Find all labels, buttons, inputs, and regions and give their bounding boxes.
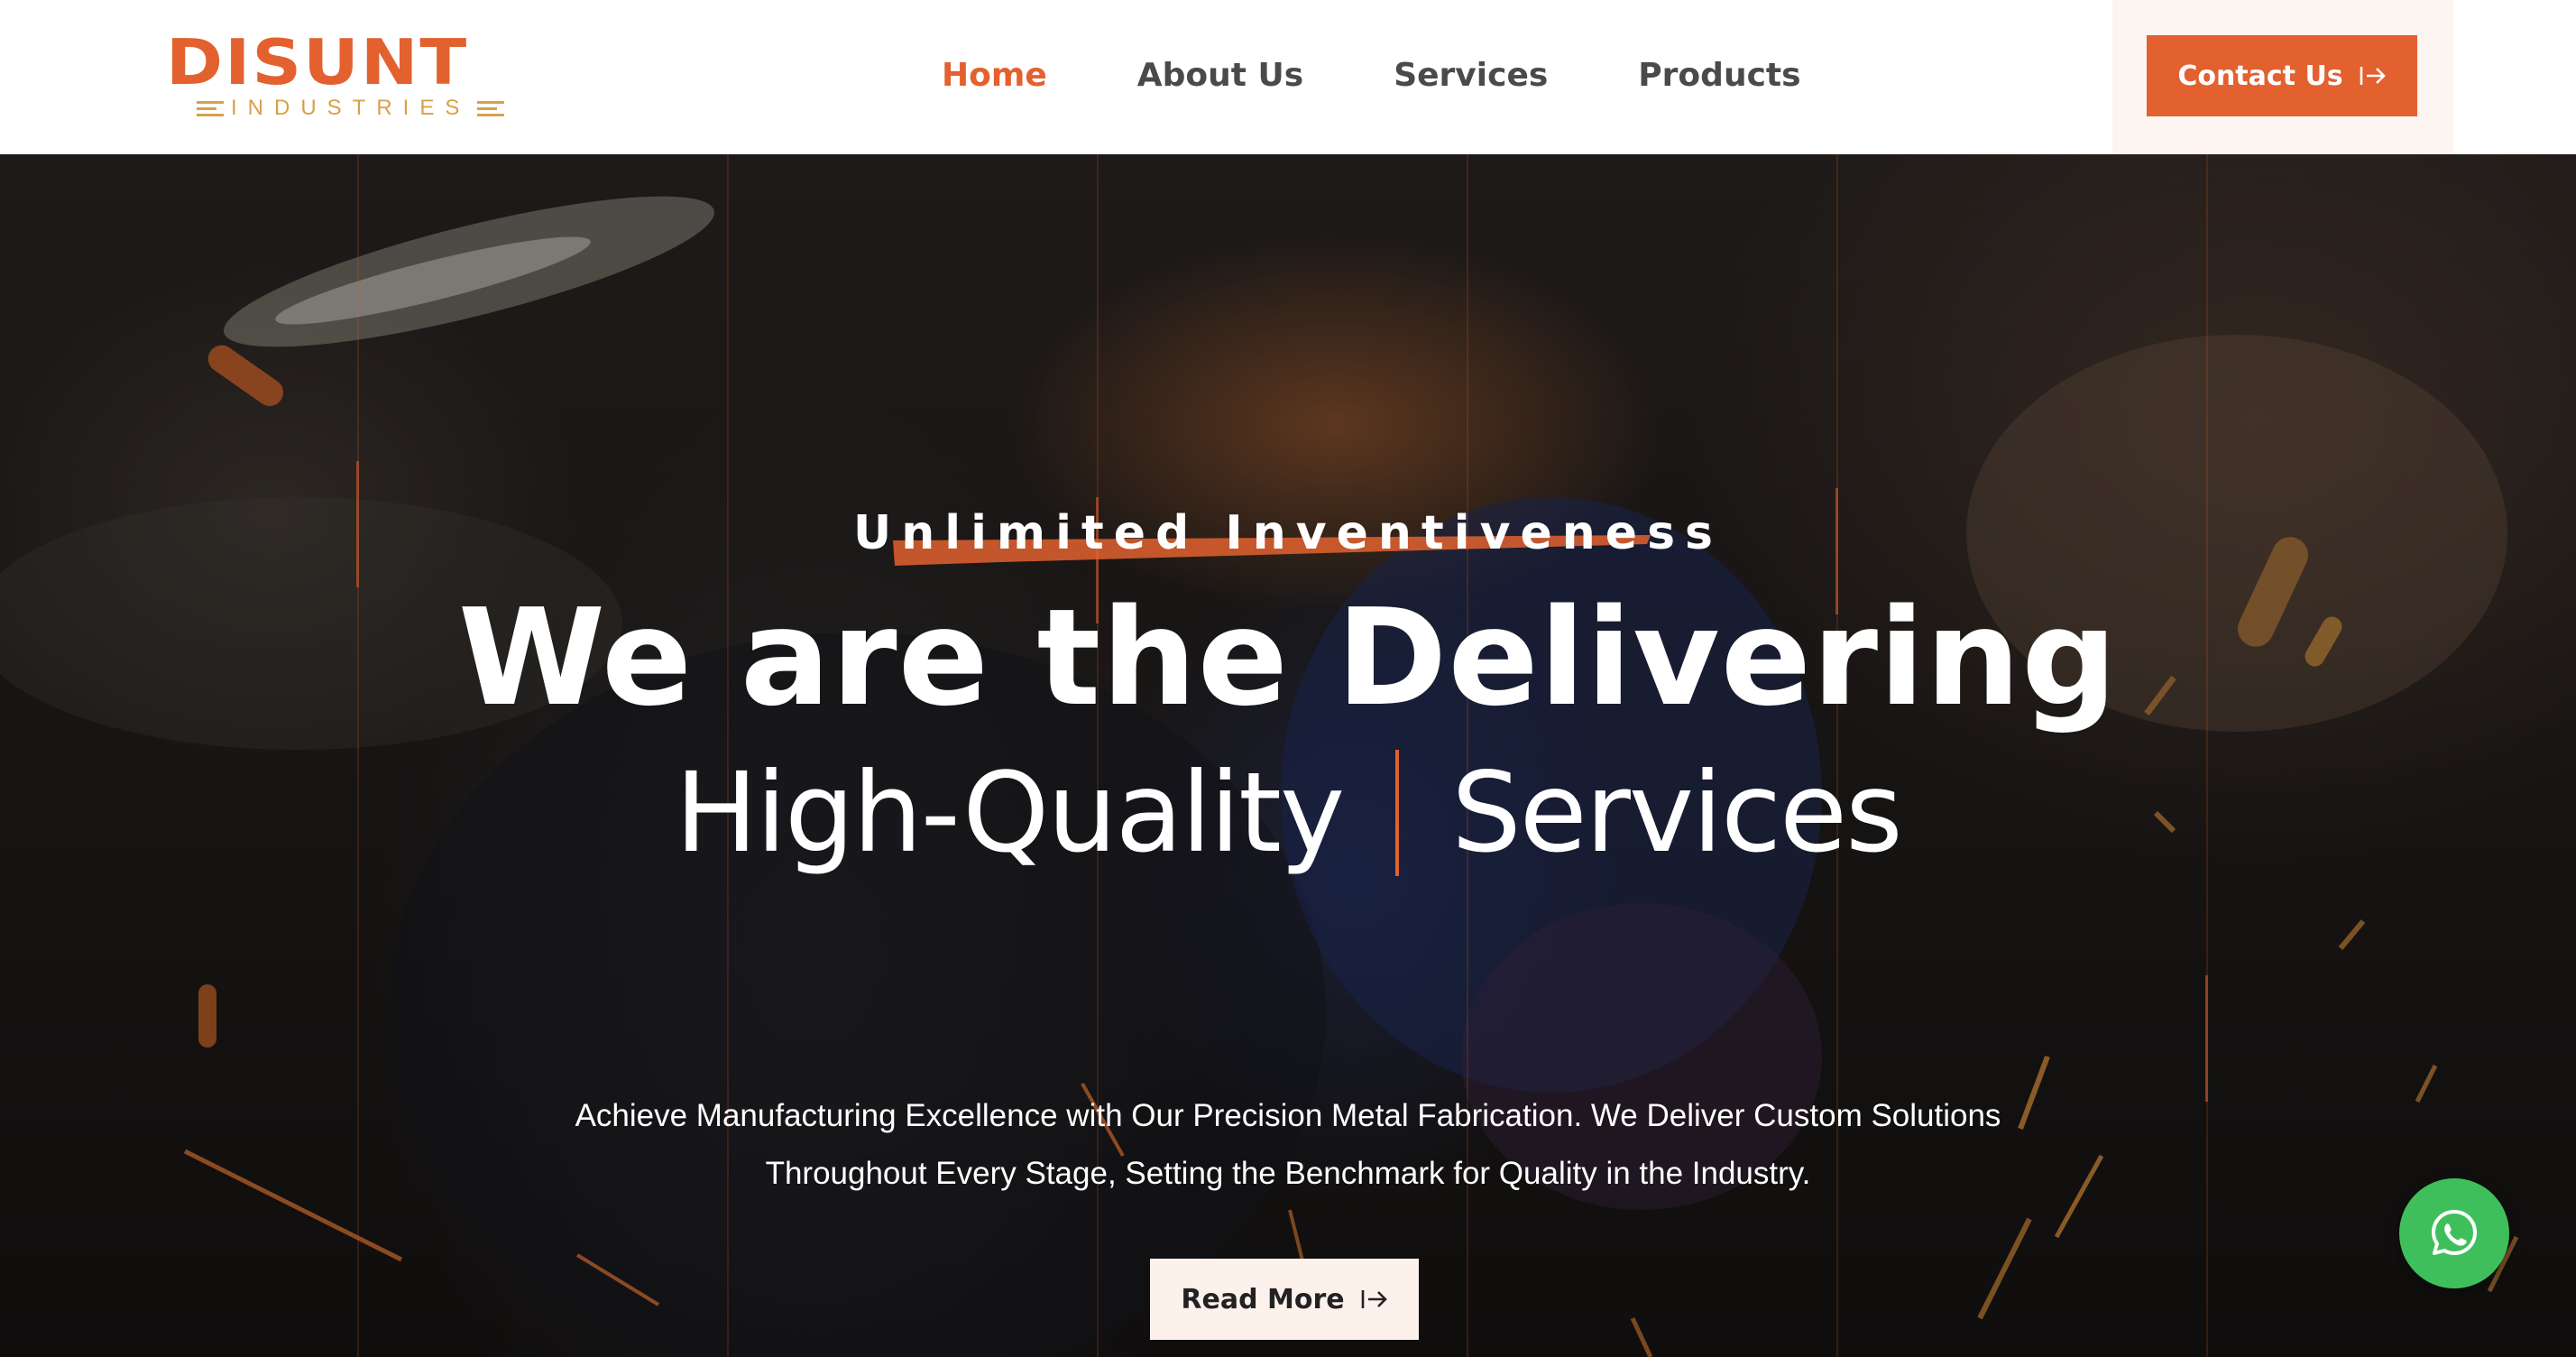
nav-item-services[interactable]: Services bbox=[1394, 51, 1548, 101]
hero-description-line: Achieve Manufacturing Excellence with Ou… bbox=[575, 1098, 2001, 1133]
read-more-label: Read More bbox=[1181, 1283, 1345, 1315]
logo-subtitle: INDUSTRIES bbox=[197, 96, 505, 120]
whatsapp-icon bbox=[2432, 1210, 2477, 1255]
hero-subline-right: Services bbox=[1451, 749, 1902, 877]
main-nav: Home About Us Services Products bbox=[942, 51, 1801, 101]
hero-description: Achieve Manufacturing Excellence with Ou… bbox=[505, 1087, 2071, 1203]
read-more-button[interactable]: Read More bbox=[1150, 1259, 1419, 1340]
logo[interactable]: DISUNT INDUSTRIES bbox=[166, 24, 505, 121]
logo-subtitle-text: INDUSTRIES bbox=[231, 96, 471, 120]
logo-right-bars-icon bbox=[477, 100, 505, 116]
nav-item-about-us[interactable]: About Us bbox=[1137, 51, 1303, 101]
hero-subline: High-Quality Services bbox=[0, 741, 2576, 885]
eyebrow-block: Unlimited Inventiveness bbox=[0, 497, 2576, 569]
hero-content: Unlimited Inventiveness We are the Deliv… bbox=[0, 154, 2576, 1357]
contact-us-label: Contact Us bbox=[2177, 60, 2343, 92]
contact-us-button[interactable]: Contact Us bbox=[2147, 35, 2417, 116]
hero-headline: We are the Delivering bbox=[457, 580, 2119, 735]
contact-panel: Contact Us bbox=[2112, 0, 2453, 154]
hero-subline-left: High-Quality bbox=[675, 749, 1345, 877]
site-header: DISUNT INDUSTRIES Home About Us Services… bbox=[0, 0, 2576, 154]
hero-section: Unlimited Inventiveness We are the Deliv… bbox=[0, 154, 2576, 1357]
subline-divider bbox=[1395, 750, 1400, 876]
hero-description-line: Throughout Every Stage, Setting the Benc… bbox=[765, 1156, 1811, 1191]
arrow-right-from-bar-icon bbox=[2360, 67, 2386, 85]
whatsapp-button[interactable] bbox=[2399, 1178, 2509, 1288]
arrow-right-from-bar-icon bbox=[1361, 1290, 1387, 1308]
nav-item-products[interactable]: Products bbox=[1638, 51, 1800, 101]
nav-item-home[interactable]: Home bbox=[942, 51, 1047, 101]
logo-wordmark: DISUNT bbox=[166, 24, 469, 99]
logo-left-bars-icon bbox=[197, 100, 224, 116]
hero-eyebrow: Unlimited Inventiveness bbox=[853, 506, 1723, 560]
